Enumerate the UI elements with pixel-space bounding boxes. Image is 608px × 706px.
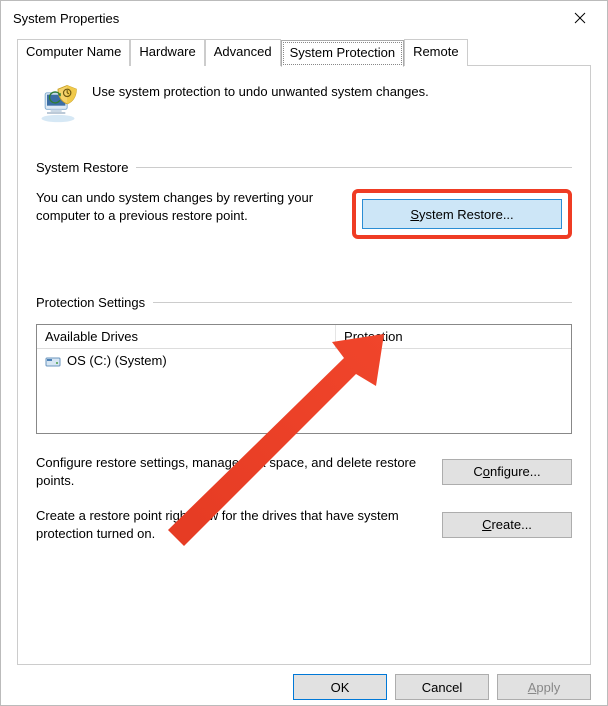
drive-status: On [336,349,571,372]
protection-settings-group: Protection Settings Available Drives Pro… [36,295,572,542]
cancel-button[interactable]: Cancel [395,674,489,700]
drive-name: OS (C:) (System) [67,353,167,368]
create-button[interactable]: Create... [442,512,572,538]
table-header: Available Drives Protection [37,325,571,349]
table-body: OS (C:) (System) On [37,349,571,433]
create-row: Create a restore point right now for the… [36,507,572,542]
annotation-highlight: System Restore... [352,189,572,239]
group-header: Protection Settings [36,295,572,310]
button-label: ystem Restore... [419,207,514,222]
create-text: Create a restore point right now for the… [36,507,426,542]
intro-section: Use system protection to undo unwanted s… [36,80,572,124]
table-row[interactable]: OS (C:) (System) On [37,349,571,372]
tab-panel: Use system protection to undo unwanted s… [17,65,591,665]
group-label: Protection Settings [36,295,145,310]
titlebar: System Properties [1,1,607,35]
close-icon [574,12,586,24]
col-header-protection[interactable]: Protection [336,325,571,348]
tab-remote[interactable]: Remote [404,39,468,66]
system-restore-button[interactable]: System Restore... [362,199,562,229]
configure-button[interactable]: Configure... [442,459,572,485]
group-header: System Restore [36,160,572,175]
tab-advanced[interactable]: Advanced [205,39,281,66]
group-label: System Restore [36,160,128,175]
tab-hardware[interactable]: Hardware [130,39,204,66]
drives-table: Available Drives Protection OS (C:) (Sys… [36,324,572,434]
divider [136,167,572,168]
configure-text: Configure restore settings, manage disk … [36,454,426,489]
window-title: System Properties [13,11,119,26]
col-header-drives[interactable]: Available Drives [37,325,336,348]
configure-row: Configure restore settings, manage disk … [36,454,572,489]
system-protection-icon [36,80,80,124]
restore-description: You can undo system changes by reverting… [36,189,336,224]
close-button[interactable] [559,6,601,30]
dialog-footer: OK Cancel Apply [17,674,591,700]
system-restore-group: System Restore You can undo system chang… [36,160,572,239]
tab-system-protection[interactable]: System Protection [281,40,405,67]
divider [153,302,572,303]
ok-button[interactable]: OK [293,674,387,700]
tab-computer-name[interactable]: Computer Name [17,39,130,66]
intro-text: Use system protection to undo unwanted s… [92,80,429,99]
apply-button[interactable]: Apply [497,674,591,700]
drive-icon [45,354,61,368]
tab-bar: Computer Name Hardware Advanced System P… [17,39,591,66]
